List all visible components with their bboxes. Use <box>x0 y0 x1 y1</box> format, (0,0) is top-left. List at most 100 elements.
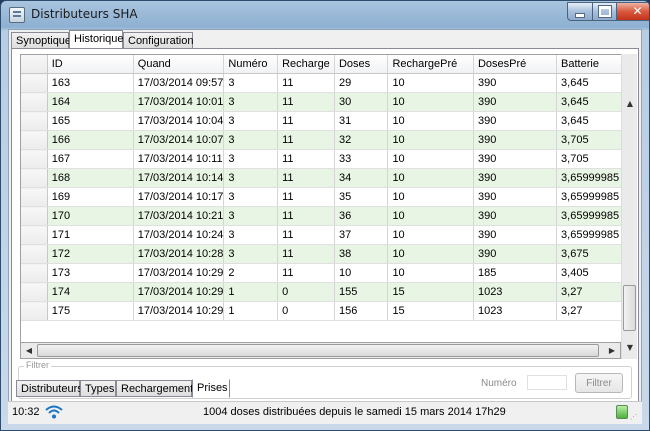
table-cell[interactable]: 11 <box>277 92 335 112</box>
table-cell[interactable]: 3,65999985 <box>556 168 623 188</box>
table-row[interactable]: 165 17/03/2014 10:04 3 11 31 10 390 3,645 <box>21 111 623 131</box>
table-cell[interactable]: 32 <box>334 130 389 150</box>
table-cell[interactable]: 37 <box>334 225 389 245</box>
table-cell[interactable]: 1023 <box>473 282 558 302</box>
tab-synoptique[interactable]: Synoptique <box>11 32 71 49</box>
scroll-right-icon[interactable]: ▶ <box>605 346 619 355</box>
table-cell[interactable]: 3 <box>223 225 279 245</box>
vertical-scrollbar[interactable]: ▲ ▼ <box>621 54 637 359</box>
table-cell[interactable]: 17/03/2014 10:17 <box>133 187 225 207</box>
vertical-scroll-thumb[interactable] <box>623 285 636 331</box>
tab-configuration[interactable]: Configuration <box>123 32 193 49</box>
table-cell[interactable]: 3 <box>223 149 279 169</box>
numero-input[interactable] <box>527 375 567 390</box>
table-cell[interactable]: 390 <box>473 92 558 112</box>
maximize-button[interactable] <box>592 2 617 21</box>
table-cell[interactable]: 11 <box>277 111 335 131</box>
table-cell[interactable]: 17/03/2014 10:14 <box>133 168 225 188</box>
row-header[interactable] <box>21 168 48 188</box>
table-cell[interactable]: 17/03/2014 10:04 <box>133 111 225 131</box>
row-header[interactable] <box>21 263 48 283</box>
table-cell[interactable]: 11 <box>277 225 335 245</box>
table-row[interactable]: 163 17/03/2014 09:57 3 11 29 10 390 3,645 <box>21 73 623 93</box>
table-cell[interactable]: 163 <box>47 73 134 93</box>
table-cell[interactable]: 156 <box>334 301 389 321</box>
table-cell[interactable]: 11 <box>277 263 335 283</box>
table-cell[interactable]: 36 <box>334 206 389 226</box>
table-cell[interactable]: 17/03/2014 10:29 <box>133 301 225 321</box>
row-header[interactable] <box>21 225 48 245</box>
row-header[interactable] <box>21 111 48 131</box>
table-row[interactable]: 174 17/03/2014 10:29 1 0 155 15 1023 3,27 <box>21 282 623 302</box>
table-cell[interactable]: 11 <box>277 73 335 93</box>
close-button[interactable]: ✕ <box>616 2 649 21</box>
scroll-down-icon[interactable]: ▼ <box>623 343 637 352</box>
minimize-button[interactable] <box>567 2 593 21</box>
table-cell[interactable]: 34 <box>334 168 389 188</box>
table-cell[interactable]: 17/03/2014 09:57 <box>133 73 225 93</box>
table-row[interactable]: 169 17/03/2014 10:17 3 11 35 10 390 3,65999985 <box>21 187 623 207</box>
table-cell[interactable]: 2 <box>223 263 279 283</box>
scroll-up-icon[interactable]: ▲ <box>623 99 637 108</box>
table-cell[interactable]: 17/03/2014 10:29 <box>133 263 225 283</box>
filter-button[interactable]: Filtrer <box>575 373 623 393</box>
table-cell[interactable]: 185 <box>473 263 558 283</box>
table-cell[interactable]: 35 <box>334 187 389 207</box>
table-cell[interactable]: 390 <box>473 225 558 245</box>
tab-distributeurs[interactable]: Distributeurs <box>16 380 83 397</box>
table-cell[interactable]: 10 <box>387 187 474 207</box>
table-cell[interactable]: 17/03/2014 10:21 <box>133 206 225 226</box>
table-cell[interactable]: 30 <box>334 92 389 112</box>
row-header[interactable] <box>21 301 48 321</box>
table-cell[interactable]: 3,645 <box>556 92 623 112</box>
column-header-numero[interactable]: Numéro <box>223 55 279 74</box>
column-header-quand[interactable]: Quand <box>133 55 225 74</box>
table-cell[interactable]: 172 <box>47 244 134 264</box>
table-cell[interactable]: 10 <box>387 111 474 131</box>
title-bar[interactable]: Distributeurs SHA ✕ <box>1 1 649 28</box>
table-cell[interactable]: 0 <box>277 282 335 302</box>
table-cell[interactable]: 3,65999985 <box>556 206 623 226</box>
table-cell[interactable]: 3,65999985 <box>556 225 623 245</box>
table-cell[interactable]: 3 <box>223 244 279 264</box>
table-cell[interactable]: 11 <box>277 244 335 264</box>
column-header-id[interactable]: ID <box>47 55 134 74</box>
row-header[interactable] <box>21 149 48 169</box>
table-cell[interactable]: 168 <box>47 168 134 188</box>
table-cell[interactable]: 15 <box>387 282 474 302</box>
table-cell[interactable]: 17/03/2014 10:11 <box>133 149 225 169</box>
table-cell[interactable]: 10 <box>387 225 474 245</box>
tab-historique[interactable]: Historique <box>69 30 124 49</box>
table-cell[interactable]: 170 <box>47 206 134 226</box>
table-cell[interactable]: 3,27 <box>556 282 623 302</box>
row-header[interactable] <box>21 206 48 226</box>
table-cell[interactable]: 11 <box>277 149 335 169</box>
table-cell[interactable]: 1 <box>223 301 279 321</box>
table-cell[interactable]: 167 <box>47 149 134 169</box>
column-header-rechargepre[interactable]: RechargePré <box>387 55 474 74</box>
table-cell[interactable]: 390 <box>473 73 558 93</box>
table-cell[interactable]: 17/03/2014 10:29 <box>133 282 225 302</box>
horizontal-scroll-thumb[interactable] <box>37 344 599 357</box>
table-row[interactable]: 164 17/03/2014 10:01 3 11 30 10 390 3,645 <box>21 92 623 112</box>
table-row[interactable]: 172 17/03/2014 10:28 3 11 38 10 390 3,675 <box>21 244 623 264</box>
table-cell[interactable]: 3 <box>223 168 279 188</box>
table-cell[interactable]: 11 <box>277 187 335 207</box>
table-cell[interactable]: 17/03/2014 10:07 <box>133 130 225 150</box>
history-grid[interactable]: ID Quand Numéro Recharge Doses RechargeP… <box>20 54 624 344</box>
row-header[interactable] <box>21 92 48 112</box>
row-header[interactable] <box>21 244 48 264</box>
column-header-batterie[interactable]: Batterie <box>556 55 623 74</box>
table-cell[interactable]: 1023 <box>473 301 558 321</box>
table-cell[interactable]: 33 <box>334 149 389 169</box>
table-cell[interactable]: 3 <box>223 92 279 112</box>
row-header[interactable] <box>21 187 48 207</box>
table-cell[interactable]: 3 <box>223 187 279 207</box>
table-cell[interactable]: 166 <box>47 130 134 150</box>
table-cell[interactable]: 10 <box>387 130 474 150</box>
table-row[interactable]: 173 17/03/2014 10:29 2 11 10 10 185 3,405 <box>21 263 623 283</box>
table-cell[interactable]: 10 <box>387 244 474 264</box>
table-cell[interactable]: 10 <box>334 263 389 283</box>
table-cell[interactable]: 390 <box>473 244 558 264</box>
table-cell[interactable]: 3,675 <box>556 244 623 264</box>
